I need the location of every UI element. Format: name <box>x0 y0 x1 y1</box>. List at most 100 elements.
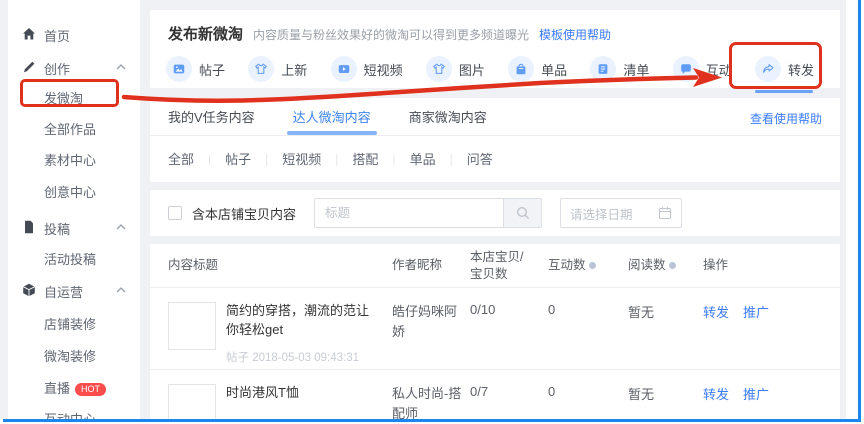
author-cell: 私人时尚-搭配师 <box>392 384 470 419</box>
app-window: 首页 创作 发微淘 全部作品 素材中心 创意中心 <box>0 0 846 419</box>
table-header: 内容标题 作者昵称 本店宝贝/宝贝数 互动数 阅读数 操作 <box>150 244 840 287</box>
sidebar-item-activity-submission[interactable]: 活动投稿 <box>8 248 140 268</box>
info-icon[interactable] <box>589 262 596 269</box>
title-cell: 时尚港风T恤 帖子 2018-05-03 09:43:31 <box>168 384 392 419</box>
pencil-icon <box>21 59 37 75</box>
col-author: 作者昵称 <box>392 257 470 274</box>
screenshot-border-right <box>858 0 861 422</box>
title-search-group <box>314 198 542 228</box>
sidebar-item-self-operation[interactable]: 自运营 <box>8 281 140 301</box>
tab-label: 上新 <box>281 60 307 79</box>
tab-short-video[interactable]: 短视频 <box>331 54 403 84</box>
sidebar-item-label: 店铺装修 <box>44 314 96 333</box>
publish-tabs: 帖子 上新 短视频 图 <box>150 44 840 84</box>
tab-label: 帖子 <box>199 60 225 79</box>
document-icon <box>21 219 37 235</box>
bag-icon <box>508 56 534 82</box>
filter-outfit[interactable]: 搭配 <box>352 149 378 168</box>
actions-cell: 转发 推广 <box>703 302 840 321</box>
post-meta: 帖子 2018-05-03 09:43:31 <box>226 349 378 365</box>
publish-panel: 发布新微淘 内容质量与粉丝效果好的微淘可以得到更多频道曝光 模板使用帮助 帖子 … <box>150 10 840 88</box>
filter-single-item[interactable]: 单品 <box>410 149 436 168</box>
promote-action-link[interactable]: 推广 <box>743 384 769 403</box>
sidebar-item-shop-decoration[interactable]: 店铺装修 <box>8 313 140 333</box>
sidebar-item-label: 直播HOT <box>44 378 106 397</box>
sidebar-item-label: 发微淘 <box>44 88 83 107</box>
page-title: 发布新微淘 <box>168 23 243 44</box>
publish-header: 发布新微淘 内容质量与粉丝效果好的微淘可以得到更多频道曝光 模板使用帮助 <box>150 10 840 44</box>
tab-merchant-weitao[interactable]: 商家微淘内容 <box>409 98 487 135</box>
tab-post[interactable]: 帖子 <box>166 54 225 84</box>
post-thumbnail[interactable] <box>168 384 216 419</box>
checkbox-label: 含本店铺宝贝内容 <box>192 204 296 223</box>
sidebar-item-home[interactable]: 首页 <box>8 25 140 45</box>
col-reads: 阅读数 <box>628 257 703 274</box>
sidebar-item-material-center[interactable]: 素材中心 <box>8 149 140 169</box>
sidebar-item-creative-center[interactable]: 创意中心 <box>8 181 140 201</box>
post-title[interactable]: 时尚港风T恤 <box>226 384 359 403</box>
tab-single-item[interactable]: 单品 <box>508 54 567 84</box>
sidebar-item-create[interactable]: 创作 <box>8 58 140 78</box>
screenshot-border-bottom <box>3 419 861 422</box>
filter-short-video[interactable]: 短视频 <box>282 149 321 168</box>
item-count-cell: 0/7 <box>470 384 548 399</box>
sidebar-item-all-works[interactable]: 全部作品 <box>8 118 140 138</box>
tab-label: 清单 <box>623 60 649 79</box>
table-row: 时尚港风T恤 帖子 2018-05-03 09:43:31 私人时尚-搭配师 0… <box>150 369 840 419</box>
post-title[interactable]: 简约的穿搭，潮流的范让你轻松get <box>226 302 378 340</box>
info-icon[interactable] <box>669 262 676 269</box>
forward-share-icon <box>755 56 781 82</box>
chevron-up-icon <box>116 64 126 70</box>
filter-post[interactable]: 帖子 <box>225 149 251 168</box>
title-search-input[interactable] <box>315 199 503 227</box>
usage-help-link[interactable]: 查看使用帮助 <box>750 110 822 127</box>
tab-interact[interactable]: 互动 <box>673 54 732 84</box>
sidebar-item-label: 全部作品 <box>44 119 96 138</box>
tab-label: 转发 <box>788 60 814 79</box>
post-icon <box>166 56 192 82</box>
promote-action-link[interactable]: 推广 <box>743 302 769 321</box>
post-thumbnail[interactable] <box>168 302 216 350</box>
read-count-cell: 暂无 <box>628 302 703 321</box>
sidebar-item-label: 素材中心 <box>44 150 96 169</box>
tab-forward[interactable]: 转发 <box>755 54 814 84</box>
template-help-link[interactable]: 模板使用帮助 <box>539 26 611 43</box>
tab-picture[interactable]: 图片 <box>426 54 485 84</box>
filter-qa[interactable]: 问答 <box>467 149 493 168</box>
chat-icon <box>673 56 699 82</box>
date-picker[interactable]: 请选择日期 <box>560 198 682 228</box>
cube-icon <box>21 282 37 298</box>
home-icon <box>21 26 37 42</box>
list-icon <box>590 56 616 82</box>
shirt-icon <box>248 56 274 82</box>
tab-new-arrival[interactable]: 上新 <box>248 54 307 84</box>
forward-action-link[interactable]: 转发 <box>703 302 729 321</box>
tab-label: 短视频 <box>364 60 403 79</box>
sidebar-item-label: 创意中心 <box>44 182 96 201</box>
content-tabs: 我的V任务内容 达人微淘内容 商家微淘内容 查看使用帮助 <box>150 98 840 136</box>
tab-daren-weitao[interactable]: 达人微淘内容 <box>293 98 371 135</box>
include-shop-items-checkbox[interactable] <box>168 206 182 220</box>
item-count-cell: 0/10 <box>470 302 548 317</box>
tab-label: 单品 <box>541 60 567 79</box>
forward-action-link[interactable]: 转发 <box>703 384 729 403</box>
sidebar-item-submission[interactable]: 投稿 <box>8 218 140 238</box>
search-icon <box>515 205 531 221</box>
table-row: 简约的穿搭，潮流的范让你轻松get 帖子 2018-05-03 09:43:31… <box>150 287 840 369</box>
tab-my-v-tasks[interactable]: 我的V任务内容 <box>168 98 255 135</box>
divider: | <box>392 152 395 166</box>
tab-list[interactable]: 清单 <box>590 54 649 84</box>
sidebar-item-fa-weitao[interactable]: 发微淘 <box>8 87 140 107</box>
interaction-count-cell: 0 <box>548 384 628 399</box>
sidebar-item-label: 创作 <box>44 59 70 78</box>
divider: | <box>265 152 268 166</box>
search-button[interactable] <box>503 199 541 227</box>
sidebar-item-weitao-decoration[interactable]: 微淘装修 <box>8 345 140 365</box>
sidebar-item-interaction-center[interactable]: 互动中心 <box>8 408 140 419</box>
title-cell: 简约的穿搭，潮流的范让你轻松get 帖子 2018-05-03 09:43:31 <box>168 302 392 365</box>
filter-all[interactable]: 全部 <box>168 149 194 168</box>
chevron-up-icon <box>116 287 126 293</box>
tab-label: 商家微淘内容 <box>409 107 487 126</box>
sidebar-item-live[interactable]: 直播HOT <box>8 377 140 397</box>
sidebar-item-label: 微淘装修 <box>44 346 96 365</box>
